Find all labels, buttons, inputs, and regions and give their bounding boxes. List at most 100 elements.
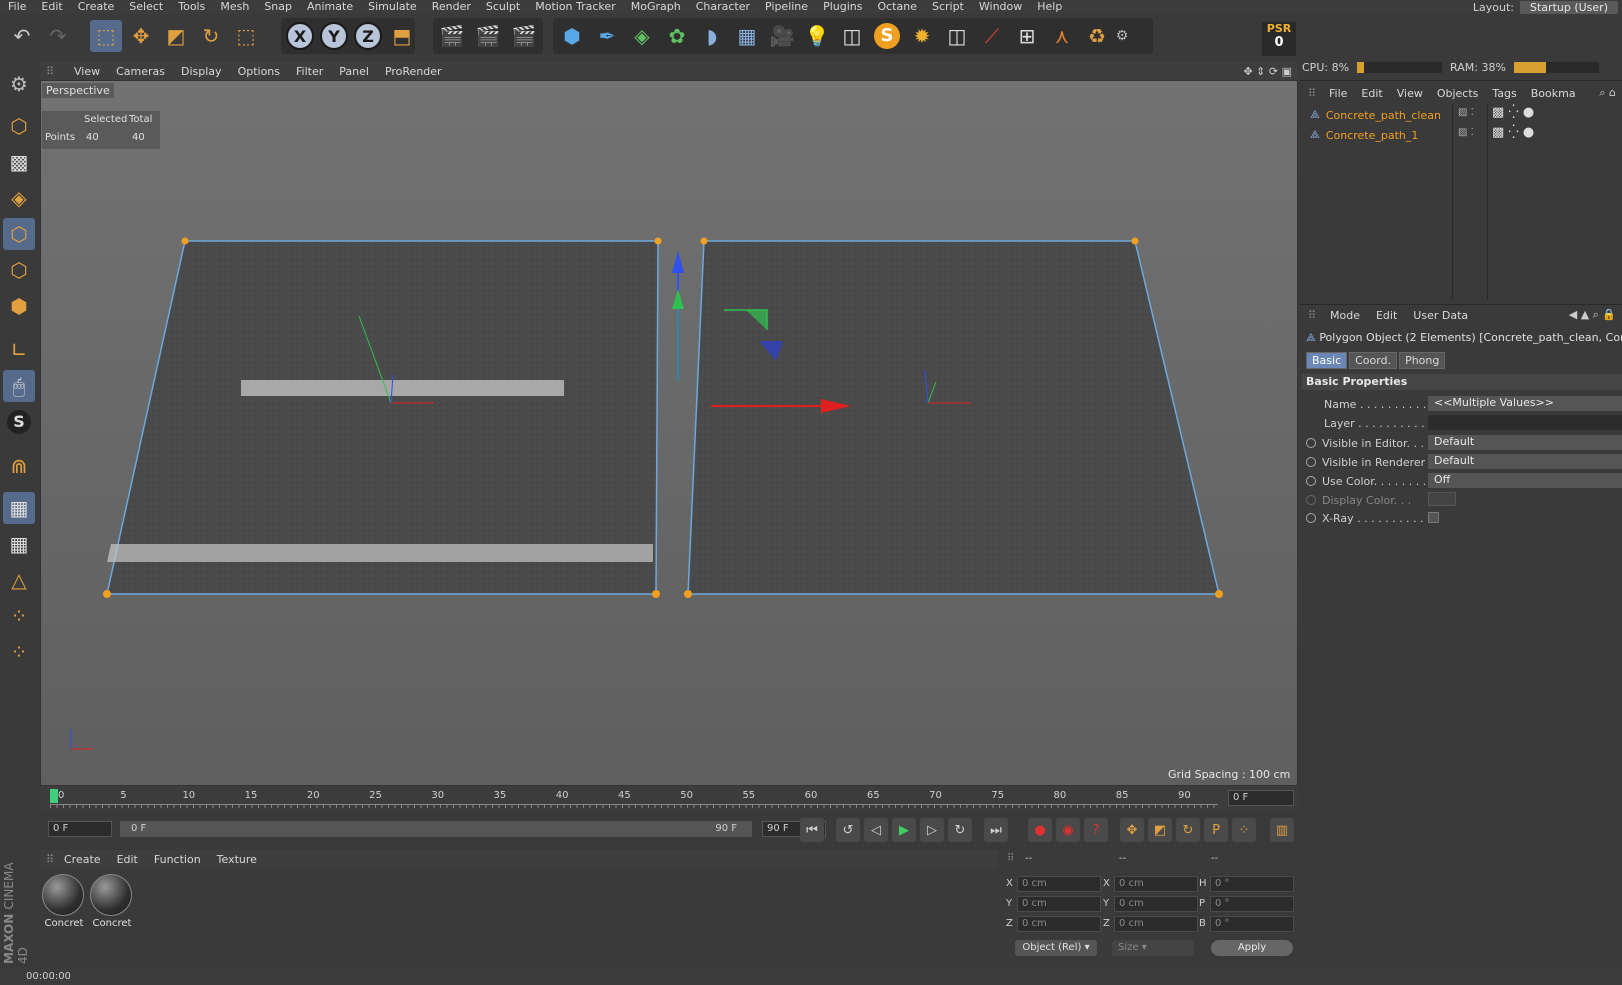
rot-h-field[interactable]: 0 ° (1210, 876, 1294, 892)
key-pla-icon[interactable]: ⁘ (1232, 818, 1256, 842)
tab-coord[interactable]: Coord. (1349, 352, 1398, 369)
polygons-mode-icon[interactable]: ⬢ (3, 290, 35, 322)
panel-grip-icon[interactable]: ⠿ (1302, 309, 1322, 322)
autokey-icon[interactable]: ◉ (1056, 818, 1080, 842)
attr-xray-checkbox[interactable] (1428, 512, 1439, 523)
vp-menu-prorender[interactable]: ProRender (377, 65, 450, 78)
tags-icons[interactable]: ▩ ⁛ ● (1492, 105, 1534, 120)
search-icon[interactable]: ⌕ ⌂ (1599, 86, 1622, 100)
joint-icon[interactable]: ⋏ (1046, 20, 1078, 52)
viewport-camera-label[interactable]: Perspective (42, 83, 114, 98)
size-x-field[interactable]: 0 cm (1114, 876, 1198, 892)
gear-plugin-icon[interactable]: ✹ (906, 20, 938, 52)
menu-mograph[interactable]: MoGraph (623, 0, 688, 14)
obj-menu-objects[interactable]: Objects (1430, 87, 1486, 100)
cloner-icon[interactable]: ✿ (661, 20, 693, 52)
menu-script[interactable]: Script (924, 0, 971, 14)
attr-layer-field[interactable] (1428, 415, 1622, 430)
animate-radio-icon[interactable] (1306, 495, 1316, 505)
light-icon[interactable]: 💡 (801, 20, 833, 52)
recycle-icon[interactable]: ♻ (1081, 20, 1113, 52)
subdivision-icon[interactable]: ◈ (626, 20, 658, 52)
vp-menu-cameras[interactable]: Cameras (108, 65, 173, 78)
tab-basic[interactable]: Basic (1306, 352, 1348, 369)
next-key-icon[interactable]: ↻ (948, 818, 972, 842)
visibility-toggles[interactable]: ▨ ⁚ (1458, 107, 1474, 118)
object-row[interactable]: ⟁ Concrete_path_clean (1310, 106, 1441, 124)
concrete-plane-left[interactable] (106, 240, 659, 595)
snap-icon[interactable]: S (3, 406, 35, 438)
tab-phong[interactable]: Phong (1399, 352, 1446, 369)
timeline-ruler[interactable]: 0 5 10 15 20 25 30 35 40 45 50 55 60 65 70 75 80 85 90 0 F (40, 786, 1298, 810)
panel-grip-icon[interactable]: ⠿ (40, 853, 56, 866)
attr-menu-user-data[interactable]: User Data (1405, 309, 1476, 322)
vp-menu-display[interactable]: Display (173, 65, 230, 78)
attr-use-color-dropdown[interactable]: Off (1428, 473, 1622, 488)
deformer-icon[interactable]: ◗ (696, 20, 728, 52)
mat-menu-create[interactable]: Create (56, 853, 109, 866)
menu-octane[interactable]: Octane (869, 0, 924, 14)
menu-sculpt[interactable]: Sculpt (478, 0, 527, 14)
start-frame-field[interactable]: 0 F (48, 821, 112, 837)
panel-grip-icon[interactable]: ⠿ (1007, 853, 1014, 864)
pos-x-field[interactable]: 0 cm (1017, 876, 1101, 892)
points-mode-icon[interactable]: ⬡ (3, 218, 35, 250)
render-settings-icon[interactable]: 🎬 (508, 20, 540, 52)
pos-y-field[interactable]: 0 cm (1017, 896, 1101, 912)
current-frame-field[interactable]: 0 F (1228, 790, 1294, 806)
attr-menu-mode[interactable]: Mode (1322, 309, 1368, 322)
panel-grip-icon[interactable]: ⠿ (40, 65, 66, 78)
camera-icon[interactable]: 🎥 (766, 20, 798, 52)
mat-menu-edit[interactable]: Edit (109, 853, 146, 866)
tweak-mode-icon[interactable]: 🖱 (3, 370, 35, 402)
animate-radio-icon[interactable] (1306, 513, 1316, 523)
keyframe-selection-icon[interactable]: ? (1084, 818, 1108, 842)
menu-file[interactable]: File (0, 0, 33, 14)
texture-mode-icon[interactable]: ▩ (3, 146, 35, 178)
magnet-icon[interactable]: ⋒ (3, 450, 35, 482)
prev-frame-icon[interactable]: ◁ (864, 818, 888, 842)
vp-menu-view[interactable]: View (66, 65, 108, 78)
model-mode-icon[interactable]: ⬡ (3, 110, 35, 142)
layout-dropdown[interactable]: Startup (User) (1520, 0, 1618, 14)
attr-nav-icons[interactable]: ◀ ▲ ⌕ 🔒 (1569, 308, 1622, 322)
axis-mode-icon[interactable]: ∟ (3, 334, 35, 366)
key-position-icon[interactable]: ✥ (1120, 818, 1144, 842)
lock-workplane-icon[interactable]: ▦ (3, 492, 35, 524)
menu-animate[interactable]: Animate (299, 0, 360, 14)
obj-menu-file[interactable]: File (1322, 87, 1354, 100)
size-z-field[interactable]: 0 cm (1114, 916, 1198, 932)
menu-edit[interactable]: Edit (33, 0, 69, 14)
vertex-group-icon[interactable]: ⁘ (3, 600, 35, 632)
3d-viewport[interactable] (40, 80, 1298, 786)
pen-spline-icon[interactable]: ✒ (591, 20, 623, 52)
obj-menu-bookmarks[interactable]: Bookma (1524, 87, 1583, 100)
attr-name-field[interactable]: <<Multiple Values>> (1428, 396, 1622, 411)
viewer-icon[interactable]: ◫ (941, 20, 973, 52)
attr-menu-edit[interactable]: Edit (1368, 309, 1405, 322)
move-icon[interactable]: ✥ (125, 20, 157, 52)
timeline-window-icon[interactable]: ▥ (1270, 818, 1294, 842)
attr-visible-renderer-dropdown[interactable]: Default (1428, 454, 1622, 469)
obj-menu-edit[interactable]: Edit (1354, 87, 1389, 100)
rotate-icon[interactable]: ↻ (195, 20, 227, 52)
point-cloud-icon[interactable]: ⁘ (3, 636, 35, 668)
tags-icons[interactable]: ▩ ⁛ ● (1492, 125, 1534, 140)
scale-icon[interactable]: ◩ (160, 20, 192, 52)
planar-workplane-icon[interactable]: ▦ (3, 528, 35, 560)
animate-radio-icon[interactable] (1306, 438, 1316, 448)
prev-key-icon[interactable]: ↺ (836, 818, 860, 842)
menu-snap[interactable]: Snap (256, 0, 299, 14)
menu-pipeline[interactable]: Pipeline (757, 0, 815, 14)
last-tool-icon[interactable]: ⬚ (230, 20, 262, 52)
attr-visible-editor-dropdown[interactable]: Default (1428, 435, 1622, 450)
viewport-nav-icons[interactable]: ✥ ⇕ ⟳ ▣ (1243, 65, 1298, 78)
key-scale-icon[interactable]: ◩ (1148, 818, 1172, 842)
menu-plugins[interactable]: Plugins (815, 0, 869, 14)
next-frame-icon[interactable]: ▷ (920, 818, 944, 842)
play-icon[interactable]: ▶ (892, 818, 916, 842)
edges-mode-icon[interactable]: ⬡ (3, 254, 35, 286)
workplane-icon[interactable]: ◈ (3, 182, 35, 214)
size-y-field[interactable]: 0 cm (1114, 896, 1198, 912)
visibility-toggles[interactable]: ▨ ⁚ (1458, 127, 1474, 138)
